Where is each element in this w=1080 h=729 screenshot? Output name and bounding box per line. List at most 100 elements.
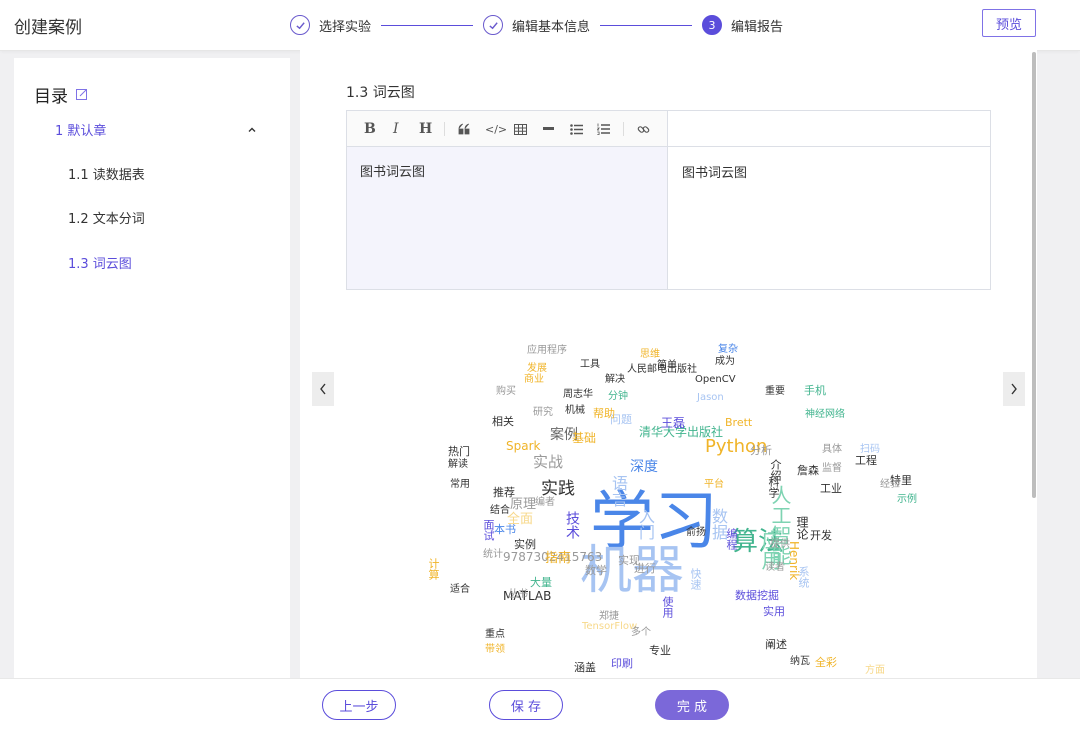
- wordcloud-word: 机械: [565, 405, 585, 416]
- editor-toolbar: B I H </>: [347, 111, 667, 147]
- step-edit-basic-info[interactable]: 编辑基本信息: [483, 15, 590, 35]
- wordcloud-word: 统计: [483, 549, 503, 560]
- carousel-next-button[interactable]: [1003, 372, 1025, 406]
- wordcloud-word: 工具: [580, 359, 600, 370]
- hr-icon[interactable]: [543, 121, 554, 137]
- toc-item-wordcloud[interactable]: 1.3 词云图: [68, 253, 132, 272]
- preview-button[interactable]: 预览: [982, 9, 1036, 37]
- wordcloud-word: 应用程序: [527, 345, 567, 356]
- wordcloud-word: 商业: [524, 374, 544, 385]
- markdown-editor: B I H </> 图书词云图 图书词云图: [346, 110, 991, 290]
- toc-sidebar: 目录 1 默认章 1.1 读数据表 1.2 文本分词 1.3 词云图: [14, 58, 290, 678]
- step-connector: [381, 24, 474, 26]
- wordcloud-word: 计算: [427, 558, 440, 580]
- wordcloud-word: 解读: [448, 459, 468, 470]
- check-icon: [290, 15, 310, 35]
- wordcloud-word: 平台: [704, 479, 724, 490]
- wordcloud-word: 解决: [605, 374, 625, 385]
- wordcloud-word: 数据挖掘: [735, 589, 779, 602]
- wordcloud-word: 扫码: [860, 444, 880, 455]
- wordcloud-word: 入门: [636, 508, 655, 540]
- scrollbar[interactable]: [1032, 52, 1036, 498]
- wordcloud-word: 适合: [450, 584, 470, 595]
- wordcloud-word: 分钟: [608, 391, 628, 402]
- finish-button[interactable]: 完 成: [655, 690, 729, 720]
- wordcloud-word: 面试: [482, 519, 495, 541]
- wordcloud-word: 全彩: [815, 656, 837, 669]
- markdown-preview: 图书词云图: [667, 147, 990, 289]
- chevron-up-icon[interactable]: [246, 121, 258, 133]
- steps-indicator: 选择实验 编辑基本信息 3 编辑报告: [290, 12, 783, 38]
- wordcloud-word: 深度: [630, 459, 658, 475]
- step-connector: [600, 24, 693, 26]
- toc-item-segmentation[interactable]: 1.2 文本分词: [68, 208, 145, 227]
- bullet-list-icon[interactable]: [570, 121, 583, 137]
- wordcloud-word: 读者: [765, 562, 785, 573]
- ordered-list-icon[interactable]: [597, 121, 610, 137]
- wordcloud-word: 工程: [855, 454, 877, 467]
- toc-item-read-table[interactable]: 1.1 读数据表: [68, 164, 145, 183]
- wordcloud-word: 手机: [804, 384, 826, 397]
- wordcloud-word: 印刷: [611, 657, 633, 670]
- wordcloud-word: 常用: [450, 479, 470, 490]
- step-edit-report[interactable]: 3 编辑报告: [702, 15, 783, 35]
- step-number: 3: [702, 15, 723, 35]
- wordcloud-word: 相关: [492, 415, 514, 428]
- wordcloud-word: 俞扬: [686, 527, 706, 538]
- wordcloud-word: 编程: [725, 528, 738, 550]
- step-select-experiment[interactable]: 选择实验: [290, 15, 371, 35]
- wordcloud-word: 多个: [631, 627, 651, 638]
- wordcloud-word: 大量: [530, 576, 552, 589]
- wordcloud-word: 实用: [763, 605, 785, 618]
- step-label: 编辑基本信息: [512, 19, 591, 35]
- check-icon: [483, 15, 504, 35]
- bold-icon[interactable]: B: [364, 121, 376, 137]
- wordcloud-word: 系统: [797, 566, 810, 588]
- wordcloud-word: 重点: [485, 629, 505, 640]
- wordcloud-word: 购买: [496, 386, 516, 397]
- wordcloud-word: 开发: [810, 529, 832, 542]
- wordcloud-word: 复杂: [718, 344, 738, 355]
- wordcloud-word: 郑捷: [599, 611, 619, 622]
- wordcloud-word: 重要: [765, 386, 785, 397]
- quote-icon[interactable]: [458, 121, 471, 137]
- wordcloud-word: 推荐: [493, 486, 515, 499]
- markdown-input[interactable]: 图书词云图: [347, 147, 667, 289]
- toc-chapter[interactable]: 1 默认章: [55, 120, 106, 139]
- wordcloud-word: 使用: [661, 596, 674, 618]
- chevron-left-icon: [320, 383, 326, 395]
- wordcloud-word: Jason: [697, 392, 724, 403]
- edit-icon[interactable]: [76, 85, 88, 100]
- footer-bar: 上一步 保 存 完 成: [0, 678, 1080, 729]
- toolbar-divider: [444, 122, 445, 136]
- wordcloud-word: 实战: [533, 453, 564, 471]
- carousel-prev-button[interactable]: [312, 372, 334, 406]
- wordcloud-word: 监督: [822, 463, 842, 474]
- prev-step-button[interactable]: 上一步: [322, 690, 396, 720]
- wordcloud-word: 技术: [564, 511, 580, 539]
- wordcloud-word: 数学: [585, 564, 607, 577]
- heading-icon[interactable]: H: [419, 121, 432, 137]
- link-icon[interactable]: [637, 121, 650, 137]
- wordcloud-word: 成为: [715, 356, 735, 367]
- wordcloud-word: 丛书: [508, 589, 528, 600]
- report-editor-area: 1.3 词云图 B I H </> 图书词云图 图书词云图 学习 机器 算法 P…: [300, 50, 1037, 678]
- wordcloud-word: 王磊: [661, 416, 686, 430]
- wordcloud-word: 基础: [572, 431, 597, 445]
- table-icon[interactable]: [514, 121, 527, 137]
- code-icon[interactable]: </>: [485, 121, 507, 137]
- wordcloud-word: 具体: [822, 444, 842, 455]
- wordcloud-image: 学习 机器 算法 Python 人工智能 应用 实践 技术 深度 数据 实战 案例 基础 清华大学出版社人…: [410, 320, 940, 676]
- wordcloud-word: 经验: [880, 479, 900, 490]
- wordcloud-word: 原理: [510, 497, 537, 512]
- wordcloud-word: 神经网络: [805, 409, 845, 420]
- wordcloud-word: 数据: [709, 508, 728, 540]
- wordcloud-word: 方面: [865, 665, 885, 676]
- save-button[interactable]: 保 存: [489, 690, 563, 720]
- wordcloud-word: OpenCV: [695, 374, 736, 385]
- italic-icon[interactable]: I: [393, 121, 399, 137]
- wordcloud-word: 詹森: [797, 464, 819, 477]
- section-title: 1.3 词云图: [346, 85, 415, 101]
- wordcloud-word: 发展: [527, 363, 547, 374]
- wordcloud-word: 介绍: [769, 459, 782, 481]
